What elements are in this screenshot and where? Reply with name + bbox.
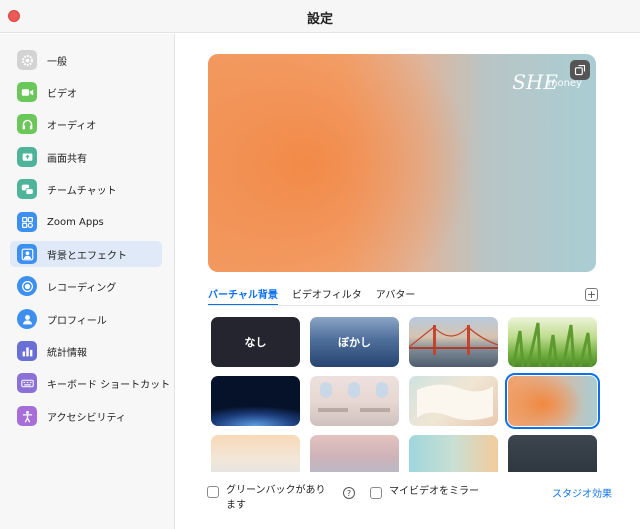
sidebar-item-keyboard-shortcuts[interactable]: キーボード ショートカット (10, 370, 170, 396)
sidebar-item-screen-share[interactable]: 画面共有 (10, 144, 162, 170)
sidebar-item-background-effects[interactable]: 背景とエフェクト (10, 241, 162, 267)
studio-effects-link[interactable]: スタジオ効果 (552, 485, 612, 500)
green-screen-label-line2: ます (226, 500, 246, 511)
interior-image (318, 382, 390, 412)
sidebar-item-label: チームチャット (47, 185, 117, 197)
sidebar-item-label: アクセシビリティ (47, 412, 126, 424)
sidebar-item-label: キーボード ショートカット (47, 379, 171, 391)
chat-bubbles-icon (17, 179, 37, 199)
thumbnail-she-money-2[interactable] (211, 435, 300, 472)
plus-icon: + (586, 288, 597, 301)
sidebar-item-team-chat[interactable]: チームチャット (10, 176, 162, 202)
thumbnail-blur[interactable]: ぼかし (310, 317, 399, 367)
tab-avatars[interactable]: アバター (376, 286, 416, 306)
thumbnail-she-money-selected[interactable] (505, 373, 600, 429)
mirror-video-checkbox[interactable] (370, 487, 382, 499)
thumbnail-she-money-4[interactable] (409, 435, 498, 472)
title-bar: 設定 (0, 0, 640, 33)
footer-options: グリーンバックがあり ます ? マイビデオをミラー スタジオ効果 (176, 478, 640, 529)
sidebar-item-label: Zoom Apps (47, 216, 104, 228)
headphones-icon (17, 114, 37, 134)
video-camera-icon (17, 82, 37, 102)
thumbnail-she-money-3[interactable] (310, 435, 399, 472)
sidebar-item-label: プロフィール (47, 315, 107, 327)
thumbnail-golden-gate-bridge[interactable] (409, 317, 498, 367)
sidebar-item-audio[interactable]: オーディオ (10, 111, 162, 137)
sidebar-item-profile[interactable]: プロフィール (10, 306, 162, 332)
sidebar-item-accessibility[interactable]: アクセシビリティ (10, 403, 162, 429)
thumbnail-she-money-5[interactable] (508, 435, 597, 472)
record-icon (17, 276, 37, 296)
gear-icon (17, 50, 37, 70)
background-preview: SHE money (208, 54, 596, 272)
sidebar-item-label: 背景とエフェクト (47, 250, 127, 262)
sidebar-item-label: 一般 (47, 56, 67, 68)
statistics-icon (17, 341, 37, 361)
bridge-image (409, 325, 498, 355)
sidebar-item-statistics[interactable]: 統計情報 (10, 338, 162, 364)
keyboard-icon (17, 373, 37, 393)
screen-share-icon (17, 147, 37, 167)
window-title: 設定 (306, 12, 333, 27)
tab-video-filters[interactable]: ビデオフィルタ (292, 286, 362, 306)
sidebar-item-label: 統計情報 (47, 347, 87, 359)
thumbnail-none[interactable]: なし (211, 317, 300, 367)
settings-sidebar: 一般 ビデオ オーディオ 画面共有 チームチャット Zoom Apps 背景とエ… (0, 34, 175, 529)
green-screen-checkbox[interactable] (207, 486, 219, 498)
background-grid: なし ぼかし (208, 314, 600, 472)
add-background-button[interactable]: + (585, 288, 598, 301)
background-tabs: バーチャル背景 ビデオフィルタ アバター (208, 286, 429, 306)
background-effects-panel: SHE money バーチャル背景 ビデオフィルタ アバター + なし ぼかし (176, 34, 640, 529)
profile-icon (17, 309, 37, 329)
sidebar-item-label: オーディオ (47, 120, 97, 132)
thumbnail-label: なし (244, 336, 267, 349)
background-person-icon (17, 244, 37, 264)
accessibility-icon (17, 406, 37, 426)
mirror-video-label: マイビデオをミラー (389, 486, 479, 497)
tabs-divider (208, 305, 600, 306)
grass-image (511, 322, 593, 367)
sidebar-item-recording[interactable]: レコーディング (10, 273, 162, 299)
sidebar-item-label: レコーディング (47, 282, 117, 294)
thumbnail-interior[interactable] (310, 376, 399, 426)
sidebar-item-video[interactable]: ビデオ (10, 79, 162, 105)
thumbnail-abstract-waves[interactable] (409, 376, 498, 426)
sidebar-item-label: ビデオ (47, 88, 77, 100)
expand-preview-button[interactable] (570, 60, 590, 80)
thumbnail-label: ぼかし (338, 336, 371, 349)
sidebar-item-label: 画面共有 (47, 153, 87, 165)
help-icon[interactable]: ? (343, 487, 355, 499)
green-screen-label-line1: グリーンバックがあり (226, 485, 326, 496)
thumbnail-grass[interactable] (508, 317, 597, 367)
thumbnail-earth-space[interactable] (211, 376, 300, 426)
waves-image (417, 384, 493, 420)
expand-icon (574, 64, 586, 76)
apps-icon (17, 212, 37, 232)
sidebar-item-general[interactable]: 一般 (10, 47, 162, 73)
tab-virtual-background[interactable]: バーチャル背景 (208, 286, 278, 306)
sidebar-item-zoom-apps[interactable]: Zoom Apps (10, 209, 162, 235)
